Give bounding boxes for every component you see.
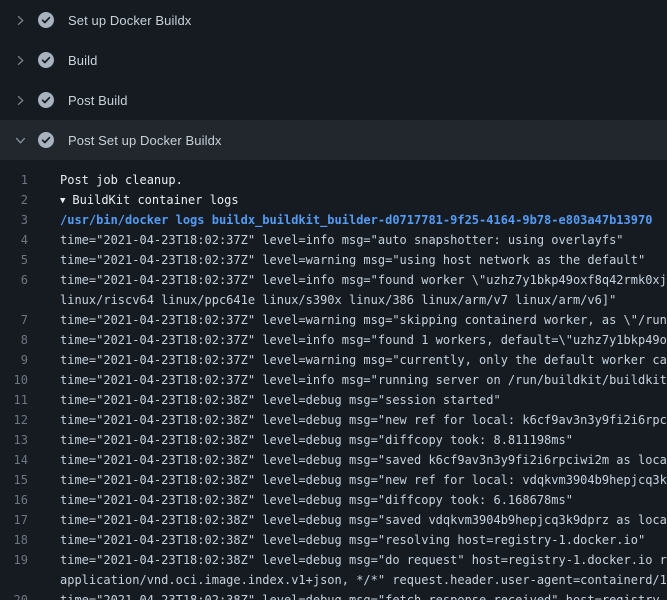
log-text: time="2021-04-23T18:02:37Z" level=info m… (60, 370, 667, 390)
log-group-header[interactable]: ▼ BuildKit container logs (60, 190, 239, 210)
log-line: 19 time="2021-04-23T18:02:38Z" level=debu… (0, 550, 667, 570)
log-text: time="2021-04-23T18:02:38Z" level=debug … (60, 490, 573, 510)
log-line-number: 5 (0, 250, 28, 270)
chevron-down-icon[interactable] (14, 134, 32, 147)
chevron-right-icon[interactable] (14, 94, 32, 107)
log-text-wrapped: linux/riscv64 linux/ppc641e linux/s390x … (60, 290, 616, 310)
log-line: 12 time="2021-04-23T18:02:38Z" level=debu… (0, 410, 667, 430)
log-line-number: 10 (0, 370, 28, 390)
log-line-continuation: application/vnd.oci.image.index.v1+json,… (0, 570, 667, 590)
log-line-number: 13 (0, 430, 28, 450)
log-line-number: 6 (0, 270, 28, 290)
group-collapse-icon[interactable]: ▼ (60, 191, 65, 210)
log-line-number: 15 (0, 470, 28, 490)
log-text: time="2021-04-23T18:02:37Z" level=info m… (60, 330, 667, 350)
step-label: Post Build (68, 93, 128, 108)
log-line: 10 time="2021-04-23T18:02:37Z" level=info… (0, 370, 667, 390)
log-text: time="2021-04-23T18:02:38Z" level=debug … (60, 590, 667, 600)
log-line: 13 time="2021-04-23T18:02:38Z" level=debu… (0, 430, 667, 450)
log-line: 11 time="2021-04-23T18:02:38Z" level=debu… (0, 390, 667, 410)
log-line-number: 2 (0, 190, 28, 210)
log-line-number: 8 (0, 330, 28, 350)
step-header-post-set-up-docker-buildx[interactable]: Post Set up Docker Buildx (0, 120, 667, 160)
log-text: time="2021-04-23T18:02:38Z" level=debug … (60, 470, 667, 490)
log-text: time="2021-04-23T18:02:38Z" level=debug … (60, 550, 667, 570)
log-panel[interactable]: 1 Post job cleanup. 2 ▼ BuildKit container l… (0, 160, 667, 600)
step-header-post-build[interactable]: Post Build (0, 80, 667, 120)
log-line-number: 3 (0, 210, 28, 230)
log-command-text[interactable]: /usr/bin/docker logs buildx_buildkit_bui… (60, 210, 652, 230)
log-line-number: 4 (0, 230, 28, 250)
step-header-set-up-docker-buildx[interactable]: Set up Docker Buildx (0, 0, 667, 40)
step-header-build[interactable]: Build (0, 40, 667, 80)
log-line: 16 time="2021-04-23T18:02:38Z" level=debu… (0, 490, 667, 510)
log-line: 3/usr/bin/docker logs buildx_buildkit_bu… (0, 210, 667, 230)
chevron-right-icon[interactable] (14, 14, 32, 27)
check-circle-icon (38, 12, 54, 28)
log-line-continuation: linux/riscv64 linux/ppc641e linux/s390x … (0, 290, 667, 310)
log-line: 18 time="2021-04-23T18:02:38Z" level=debu… (0, 530, 667, 550)
log-line: 15 time="2021-04-23T18:02:38Z" level=debu… (0, 470, 667, 490)
log-line: 6 time="2021-04-23T18:02:37Z" level=info … (0, 270, 667, 290)
log-text: time="2021-04-23T18:02:37Z" level=info m… (60, 270, 667, 290)
log-text: time="2021-04-23T18:02:38Z" level=debug … (60, 530, 645, 550)
log-line-number: 11 (0, 390, 28, 410)
log-line-number: 1 (0, 170, 28, 190)
log-line: 8 time="2021-04-23T18:02:37Z" level=info … (0, 330, 667, 350)
log-text: time="2021-04-23T18:02:38Z" level=debug … (60, 390, 501, 410)
check-circle-icon (38, 92, 54, 108)
log-line: 2 ▼ BuildKit container logs (0, 190, 667, 210)
log-line: 9 time="2021-04-23T18:02:37Z" level=warni… (0, 350, 667, 370)
log-text: time="2021-04-23T18:02:38Z" level=debug … (60, 410, 667, 430)
log-text: Post job cleanup. (60, 170, 183, 190)
log-line: 7 time="2021-04-23T18:02:37Z" level=warni… (0, 310, 667, 330)
step-label: Set up Docker Buildx (68, 13, 191, 28)
log-text: time="2021-04-23T18:02:37Z" level=warnin… (60, 350, 667, 370)
check-circle-icon (38, 52, 54, 68)
log-line-number: 17 (0, 510, 28, 530)
log-line-number: 20 (0, 590, 28, 600)
log-text-wrapped: application/vnd.oci.image.index.v1+json,… (60, 570, 667, 590)
chevron-right-icon[interactable] (14, 54, 32, 67)
log-line-number: 7 (0, 310, 28, 330)
log-line: 1 Post job cleanup. (0, 170, 667, 190)
log-line: 17 time="2021-04-23T18:02:38Z" level=debu… (0, 510, 667, 530)
log-text: time="2021-04-23T18:02:37Z" level=warnin… (60, 250, 645, 270)
log-line: 5 time="2021-04-23T18:02:37Z" level=warni… (0, 250, 667, 270)
log-text: time="2021-04-23T18:02:38Z" level=debug … (60, 450, 667, 470)
steps-list: Set up Docker Buildx Build Post Build Post … (0, 0, 667, 160)
log-line: 14 time="2021-04-23T18:02:38Z" level=debu… (0, 450, 667, 470)
log-line: 4 time="2021-04-23T18:02:37Z" level=info … (0, 230, 667, 250)
log-line: 20 time="2021-04-23T18:02:38Z" level=debu… (0, 590, 667, 600)
log-text: time="2021-04-23T18:02:37Z" level=info m… (60, 230, 624, 250)
actions-log-viewer: Set up Docker Buildx Build Post Build Post … (0, 0, 667, 600)
check-circle-icon (38, 132, 54, 148)
step-label: Build (68, 53, 97, 68)
step-label: Post Set up Docker Buildx (68, 133, 222, 148)
log-line-number: 18 (0, 530, 28, 550)
log-text: time="2021-04-23T18:02:38Z" level=debug … (60, 430, 573, 450)
log-line-number (0, 570, 28, 590)
log-line-number: 16 (0, 490, 28, 510)
log-line-number (0, 290, 28, 310)
log-line-number: 9 (0, 350, 28, 370)
log-text: time="2021-04-23T18:02:38Z" level=debug … (60, 510, 667, 530)
log-line-number: 19 (0, 550, 28, 570)
log-group-title: BuildKit container logs (72, 193, 238, 207)
log-line-number: 12 (0, 410, 28, 430)
log-line-number: 14 (0, 450, 28, 470)
log-text: time="2021-04-23T18:02:37Z" level=warnin… (60, 310, 667, 330)
